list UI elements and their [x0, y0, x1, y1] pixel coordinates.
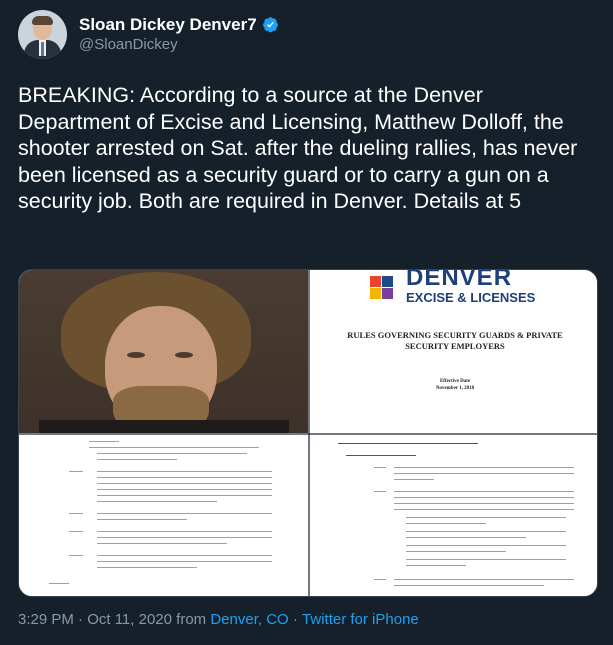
- document-title: RULES GOVERNING SECURITY GUARDS & PRIVAT…: [347, 330, 563, 351]
- document-cover-photo[interactable]: DENVER EXCISE & LICENSES RULES GOVERNING…: [310, 270, 597, 433]
- brand-line-2: EXCISE & LICENSES: [406, 290, 536, 305]
- avatar[interactable]: [18, 10, 67, 59]
- meta-separator: ·: [288, 611, 303, 628]
- author-handle[interactable]: @SloanDickey: [79, 35, 279, 55]
- location-link[interactable]: Denver, CO: [210, 611, 288, 628]
- source-link[interactable]: Twitter for iPhone: [302, 611, 419, 628]
- tweet-header: Sloan Dickey Denver7 @SloanDickey: [18, 10, 279, 59]
- mugshot-photo[interactable]: [19, 270, 308, 433]
- tweet-media-grid[interactable]: DENVER EXCISE & LICENSES RULES GOVERNING…: [18, 269, 598, 597]
- document-page-photo-1[interactable]: [19, 435, 308, 596]
- tweet-timestamp[interactable]: 3:29 PM · Oct 11, 2020: [18, 611, 172, 628]
- document-page-photo-2[interactable]: [310, 435, 597, 596]
- brand-line-1: DENVER: [406, 270, 513, 291]
- from-word: from: [171, 611, 211, 628]
- author-names: Sloan Dickey Denver7 @SloanDickey: [79, 14, 279, 55]
- tweet-metadata: 3:29 PM · Oct 11, 2020 from Denver, CO ·…: [18, 611, 419, 628]
- verified-badge-icon: [262, 17, 278, 33]
- effective-date-block: Effective Date November 1, 2018: [400, 378, 510, 392]
- tweet-text: BREAKING: According to a source at the D…: [18, 83, 578, 213]
- media-divider-horizontal: [19, 433, 597, 435]
- effective-date-label: Effective Date: [439, 379, 471, 384]
- author-display-name-text[interactable]: Sloan Dickey Denver7: [79, 14, 257, 35]
- author-display-name[interactable]: Sloan Dickey Denver7: [79, 14, 279, 35]
- denver-logo-icon: [370, 274, 394, 304]
- effective-date-value: November 1, 2018: [435, 386, 475, 391]
